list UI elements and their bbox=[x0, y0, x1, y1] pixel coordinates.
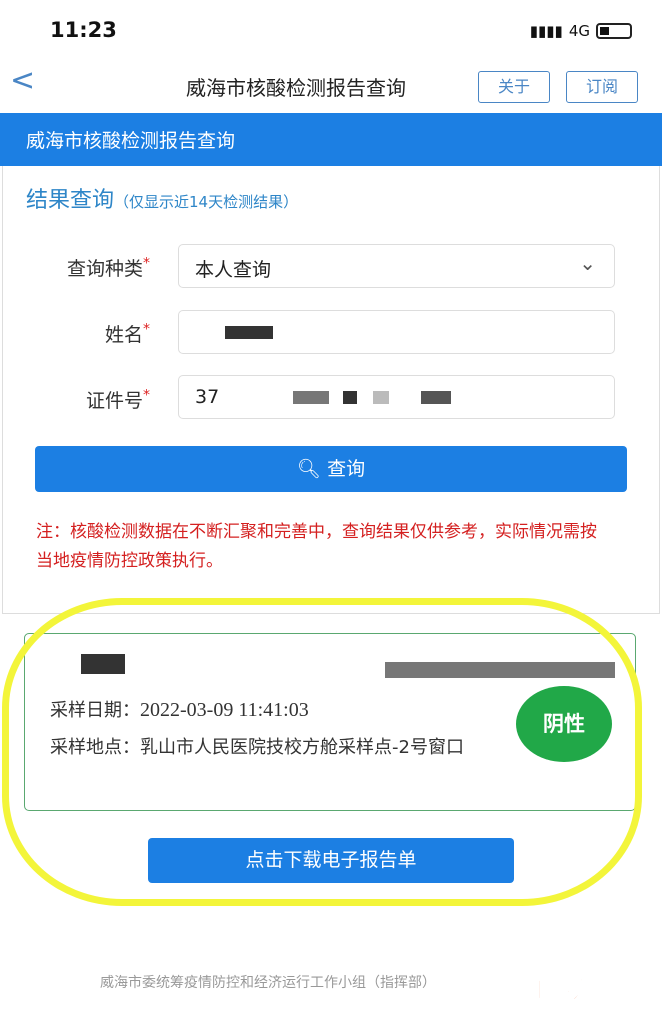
required-mark: * bbox=[143, 255, 150, 272]
query-type-value: 本人查询 bbox=[195, 259, 272, 281]
footer-text: 威海市委统筹疫情防控和经济运行工作小组（指挥部） bbox=[100, 975, 436, 991]
about-button[interactable]: 关于 bbox=[478, 71, 550, 103]
search-icon: 🔍︎ bbox=[296, 458, 328, 480]
page-header: 威海市核酸检测报告查询 bbox=[0, 113, 662, 166]
id-input[interactable]: 37 bbox=[178, 375, 615, 419]
id-value: 37 bbox=[195, 386, 220, 408]
status-icons: ▮▮▮▮ 4G bbox=[530, 22, 632, 40]
name-input[interactable] bbox=[178, 310, 615, 354]
redacted-id bbox=[293, 391, 330, 404]
chevron-down-icon: ⌄ bbox=[579, 251, 596, 275]
highlight-ellipse bbox=[2, 598, 642, 906]
battery-icon bbox=[596, 23, 632, 39]
id-label: 证件号* bbox=[0, 386, 150, 413]
name-label: 姓名* bbox=[0, 320, 150, 347]
required-mark: * bbox=[143, 387, 150, 404]
query-type-select[interactable]: 本人查询 ⌄ bbox=[178, 244, 615, 288]
type-label-text: 查询种类 bbox=[66, 258, 143, 280]
subscribe-button[interactable]: 订阅 bbox=[566, 71, 638, 103]
required-mark: * bbox=[143, 321, 150, 338]
name-label-text: 姓名 bbox=[104, 324, 143, 346]
watermark-logo: 江西龙网 bbox=[524, 976, 621, 1005]
query-button-label: 查询 bbox=[327, 458, 366, 480]
network-type: 4G bbox=[568, 22, 590, 40]
signal-icon: ▮▮▮▮ bbox=[529, 22, 563, 40]
section-title-text: 结果查询 bbox=[26, 188, 115, 213]
id-label-text: 证件号 bbox=[85, 390, 143, 412]
section-title: 结果查询（仅显示近14天检测结果） bbox=[26, 182, 298, 214]
nav-title: 威海市核酸检测报告查询 bbox=[186, 76, 406, 100]
section-hint: （仅显示近14天检测结果） bbox=[114, 193, 299, 211]
status-time: 11:23 bbox=[50, 18, 117, 42]
type-label: 查询种类* bbox=[0, 254, 150, 281]
redacted-name bbox=[225, 326, 273, 339]
redacted-id bbox=[373, 391, 390, 404]
redacted-id bbox=[343, 391, 358, 404]
notice-text: 注：核酸检测数据在不断汇聚和完善中，查询结果仅供参考，实际情况需按当地疫情防控政… bbox=[36, 522, 597, 571]
query-button[interactable]: 🔍︎ 查询 bbox=[35, 446, 627, 492]
back-icon[interactable]: < bbox=[10, 66, 35, 96]
redacted-id bbox=[421, 391, 452, 404]
